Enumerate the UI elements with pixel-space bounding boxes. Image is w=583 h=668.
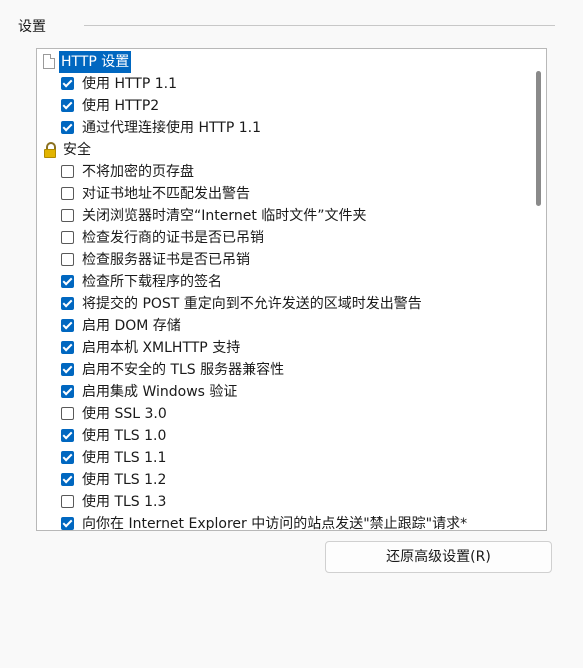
- tree-item-label: 使用 HTTP 1.1: [82, 76, 177, 92]
- tree-option[interactable]: 启用集成 Windows 验证: [37, 381, 530, 403]
- group-divider: [84, 25, 555, 26]
- lock-icon: [43, 142, 57, 158]
- page-icon: [43, 54, 55, 69]
- option-checkbox[interactable]: [61, 341, 74, 354]
- option-checkbox[interactable]: [61, 451, 74, 464]
- option-checkbox[interactable]: [61, 319, 74, 332]
- tree-item-label: 检查所下载程序的签名: [82, 274, 222, 290]
- tree-option[interactable]: 将提交的 POST 重定向到不允许发送的区域时发出警告: [37, 293, 530, 315]
- tree-item-label: 使用 TLS 1.3: [82, 494, 167, 510]
- vertical-scrollbar[interactable]: [530, 49, 546, 530]
- scrollbar-thumb[interactable]: [536, 71, 541, 206]
- option-checkbox[interactable]: [61, 407, 74, 420]
- settings-tree-list: HTTP 设置使用 HTTP 1.1 使用 HTTP2 通过代理连接使用 HTTP …: [37, 51, 530, 531]
- tree-option[interactable]: 使用 HTTP 1.1: [37, 73, 530, 95]
- option-checkbox[interactable]: [61, 429, 74, 442]
- tree-item-label: 对证书地址不匹配发出警告: [82, 186, 250, 202]
- tree-item-label: 检查服务器证书是否已吊销: [82, 252, 250, 268]
- option-checkbox[interactable]: [61, 385, 74, 398]
- option-checkbox[interactable]: [61, 473, 74, 486]
- tree-item-label: 不将加密的页存盘: [82, 164, 194, 180]
- tree-option[interactable]: 启用不安全的 TLS 服务器兼容性: [37, 359, 530, 381]
- option-checkbox[interactable]: [61, 187, 74, 200]
- tree-category[interactable]: HTTP 设置: [37, 51, 530, 73]
- tree-option[interactable]: 使用 TLS 1.2: [37, 469, 530, 491]
- option-checkbox[interactable]: [61, 363, 74, 376]
- tree-item-label: 启用本机 XMLHTTP 支持: [82, 340, 241, 356]
- tree-option[interactable]: 关闭浏览器时清空“Internet 临时文件”文件夹: [37, 205, 530, 227]
- tree-option[interactable]: 通过代理连接使用 HTTP 1.1: [37, 117, 530, 139]
- tree-option[interactable]: 对证书地址不匹配发出警告: [37, 183, 530, 205]
- tree-option[interactable]: 检查服务器证书是否已吊销: [37, 249, 530, 271]
- tree-item-label: 关闭浏览器时清空“Internet 临时文件”文件夹: [82, 208, 367, 224]
- tree-item-label: 使用 TLS 1.1: [82, 450, 167, 466]
- tree-item-label: 安全: [63, 142, 91, 158]
- tree-item-label: HTTP 设置: [59, 51, 132, 73]
- tree-category[interactable]: 安全: [37, 139, 530, 161]
- tree-item-label: 使用 TLS 1.0: [82, 428, 167, 444]
- tree-item-label: 使用 TLS 1.2: [82, 472, 167, 488]
- option-checkbox[interactable]: [61, 99, 74, 112]
- tree-option[interactable]: 不将加密的页存盘: [37, 161, 530, 183]
- option-checkbox[interactable]: [61, 121, 74, 134]
- tree-item-label: 使用 HTTP2: [82, 98, 160, 114]
- tree-item-label: 向你在 Internet Explorer 中访问的站点发送"禁止跟踪"请求*: [82, 516, 468, 531]
- tree-option[interactable]: 启用 DOM 存储: [37, 315, 530, 337]
- settings-tree[interactable]: HTTP 设置使用 HTTP 1.1 使用 HTTP2 通过代理连接使用 HTTP …: [36, 48, 547, 531]
- option-checkbox[interactable]: [61, 165, 74, 178]
- tree-option[interactable]: 使用 TLS 1.3: [37, 491, 530, 513]
- tree-option[interactable]: 检查发行商的证书是否已吊销: [37, 227, 530, 249]
- option-checkbox[interactable]: [61, 517, 74, 530]
- option-checkbox[interactable]: [61, 495, 74, 508]
- tree-item-label: 启用 DOM 存储: [82, 318, 181, 334]
- option-checkbox[interactable]: [61, 77, 74, 90]
- tree-option[interactable]: 启用本机 XMLHTTP 支持: [37, 337, 530, 359]
- option-checkbox[interactable]: [61, 297, 74, 310]
- option-checkbox[interactable]: [61, 253, 74, 266]
- tree-item-label: 启用不安全的 TLS 服务器兼容性: [82, 362, 285, 378]
- tree-option[interactable]: 使用 HTTP2: [37, 95, 530, 117]
- restore-advanced-settings-button[interactable]: 还原高级设置(R): [325, 541, 552, 573]
- tree-item-label: 使用 SSL 3.0: [82, 406, 167, 422]
- option-checkbox[interactable]: [61, 275, 74, 288]
- tree-item-label: 通过代理连接使用 HTTP 1.1: [82, 120, 261, 136]
- tree-option[interactable]: 检查所下载程序的签名: [37, 271, 530, 293]
- tree-item-label: 启用集成 Windows 验证: [82, 384, 238, 400]
- tree-option[interactable]: 使用 SSL 3.0: [37, 403, 530, 425]
- tree-option[interactable]: 使用 TLS 1.0: [37, 425, 530, 447]
- settings-group-title: 设置: [18, 19, 46, 35]
- tree-option[interactable]: 向你在 Internet Explorer 中访问的站点发送"禁止跟踪"请求*: [37, 513, 530, 531]
- option-checkbox[interactable]: [61, 231, 74, 244]
- tree-item-label: 将提交的 POST 重定向到不允许发送的区域时发出警告: [82, 296, 422, 312]
- option-checkbox[interactable]: [61, 209, 74, 222]
- tree-option[interactable]: 使用 TLS 1.1: [37, 447, 530, 469]
- tree-item-label: 检查发行商的证书是否已吊销: [82, 230, 264, 246]
